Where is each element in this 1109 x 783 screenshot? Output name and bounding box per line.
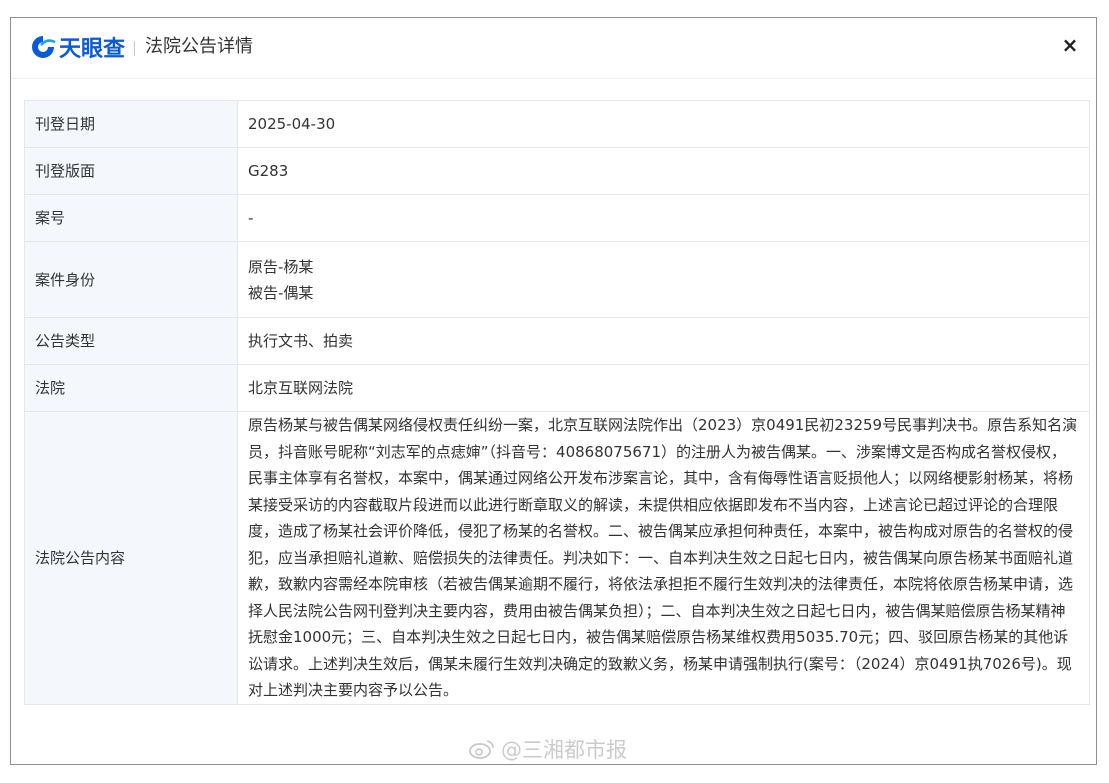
page-label: 刊登版面 xyxy=(24,147,238,195)
watermark-text: @三湘都市报 xyxy=(501,738,627,762)
close-button[interactable]: × xyxy=(1056,31,1084,59)
court-notice-dialog: 天眼查 法院公告详情 × 刊登日期 2025-04-30 刊登版面 G283 案… xyxy=(10,17,1097,765)
publish-date-value: 2025-04-30 xyxy=(237,100,1090,148)
table-row-publish-date: 刊登日期 2025-04-30 xyxy=(24,100,1090,148)
notice-type-value: 执行文书、拍卖 xyxy=(237,317,1090,365)
table-row-page: 刊登版面 G283 xyxy=(24,147,1090,195)
dialog-title: 法院公告详情 xyxy=(145,36,253,57)
defendant-text: 被告-偶某 xyxy=(248,283,314,302)
court-label: 法院 xyxy=(24,364,238,412)
brand-name: 天眼查 xyxy=(59,37,126,62)
notice-type-label: 公告类型 xyxy=(24,317,238,365)
tianyancha-logo: 天眼查 xyxy=(30,32,125,62)
case-number-label: 案号 xyxy=(24,194,238,242)
case-number-value: - xyxy=(237,194,1090,242)
notice-detail-table: 刊登日期 2025-04-30 刊登版面 G283 案号 - 案件身份 原告-杨… xyxy=(24,100,1090,705)
table-row-parties: 案件身份 原告-杨某 被告-偶某 xyxy=(24,241,1090,318)
weibo-icon xyxy=(469,740,494,759)
court-value: 北京互联网法院 xyxy=(237,364,1090,412)
notice-content-value: 原告杨某与被告偶某网络侵权责任纠纷一案，北京互联网法院作出（2023）京0491… xyxy=(237,411,1090,705)
table-row-court: 法院 北京互联网法院 xyxy=(24,364,1090,412)
parties-value: 原告-杨某 被告-偶某 xyxy=(237,241,1090,318)
title-divider xyxy=(134,41,135,56)
table-row-case-number: 案号 - xyxy=(24,194,1090,242)
publish-date-label: 刊登日期 xyxy=(24,100,238,148)
page-value: G283 xyxy=(237,147,1090,195)
table-row-notice-type: 公告类型 执行文书、拍卖 xyxy=(24,317,1090,365)
table-row-notice-content: 法院公告内容 原告杨某与被告偶某网络侵权责任纠纷一案，北京互联网法院作出（202… xyxy=(24,411,1090,705)
notice-content-label: 法院公告内容 xyxy=(24,411,238,705)
tianyancha-eye-icon xyxy=(32,36,56,58)
weibo-watermark: @三湘都市报 xyxy=(469,734,627,764)
plaintiff-text: 原告-杨某 xyxy=(248,257,314,276)
dialog-header: 天眼查 法院公告详情 × xyxy=(11,18,1096,79)
parties-label: 案件身份 xyxy=(24,241,238,318)
